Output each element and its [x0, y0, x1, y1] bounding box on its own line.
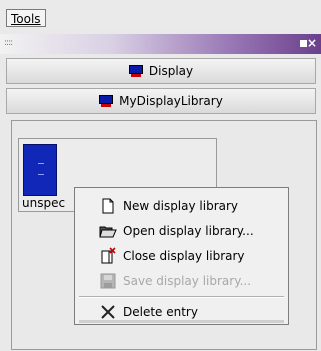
open-folder-icon: [99, 222, 117, 240]
panel-title-bar[interactable]: :::: ×: [0, 34, 321, 54]
library-entry-label: unspec: [22, 196, 66, 210]
delete-x-icon: [99, 303, 117, 321]
menu-item-new-display-library[interactable]: New display library: [75, 194, 288, 218]
save-disk-icon: [99, 272, 117, 290]
tab-mydisplaylibrary[interactable]: MyDisplayLibrary: [6, 88, 316, 114]
menu-item-save-display-library[interactable]: Save display library...: [75, 269, 288, 293]
tab-display[interactable]: Display: [6, 58, 316, 84]
tab-display-label: Display: [148, 64, 194, 78]
drag-grip-icon[interactable]: ::::: [4, 38, 13, 48]
tab-mydisplaylibrary-label: MyDisplayLibrary: [119, 94, 223, 108]
menu-separator: [79, 296, 284, 298]
close-icon[interactable]: ×: [307, 36, 319, 51]
new-document-icon: [99, 197, 117, 215]
tools-menu-label: Tools: [11, 12, 41, 26]
context-menu: New display library Open display library…: [74, 187, 289, 325]
menu-hover-highlight: [79, 320, 284, 323]
tools-menu-button[interactable]: Tools: [6, 9, 46, 27]
display-thumbnail[interactable]: [23, 144, 57, 196]
monitor-icon: [128, 65, 143, 77]
close-document-icon: [99, 247, 117, 265]
maximize-icon[interactable]: [300, 40, 307, 47]
menu-item-close-display-library[interactable]: Close display library: [75, 244, 288, 268]
monitor-icon: [99, 95, 114, 107]
menu-item-open-display-library[interactable]: Open display library...: [75, 219, 288, 243]
menu-bar: Tools: [0, 0, 321, 30]
